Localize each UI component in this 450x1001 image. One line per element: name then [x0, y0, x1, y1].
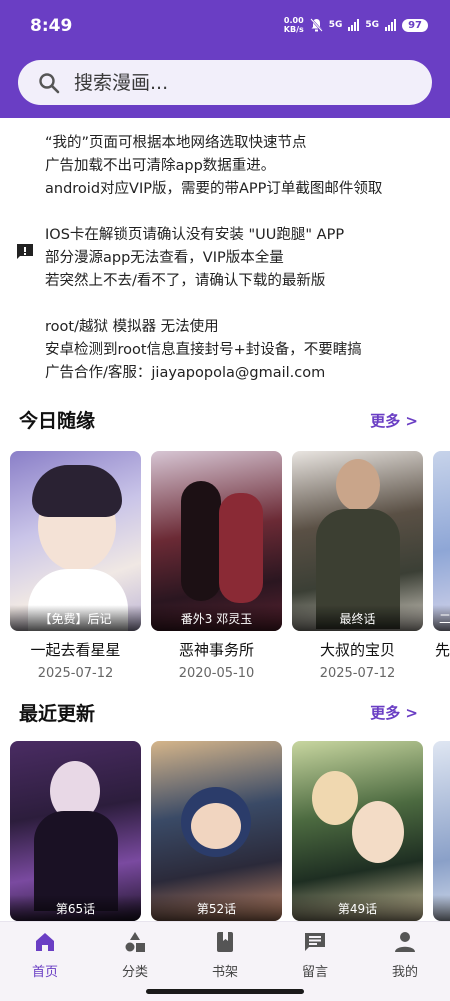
status-bar: 8:49 0.00 KB/s 5G 5G 97	[0, 0, 450, 52]
notice-line: root/越狱 模拟器 无法使用	[45, 319, 219, 335]
network-speed: 0.00 KB/s	[283, 16, 304, 34]
nav-profile[interactable]: 我的	[370, 930, 440, 980]
category-icon	[125, 932, 145, 952]
notice-line: “我的”页面可根据本地网络选取快速节点	[45, 135, 307, 151]
app-screen: 8:49 0.00 KB/s 5G 5G 97 搜索漫画... “我的”页面可根…	[0, 0, 450, 1001]
comic-badge: 番外3 邓灵玉	[151, 605, 282, 631]
today-comic-row: 【免费】后记 一起去看星星 2025-07-12 番外3 邓灵玉 恶神事务所 2…	[10, 451, 450, 681]
recent-comic-row: 第65话 第52话 第49话	[10, 741, 450, 921]
comic-badge: 第52话	[151, 895, 282, 921]
notice-line: 广告合作/客服：jiayapopola@gmail.com	[45, 365, 326, 381]
comic-cover[interactable]: 二	[433, 451, 450, 631]
comic-title: 大叔的宝贝	[319, 641, 395, 659]
comic-card[interactable]: 二 先	[433, 451, 450, 681]
comic-cover[interactable]: 最终话	[292, 451, 423, 631]
comic-card[interactable]: 第49话	[292, 741, 423, 921]
net-label-1: 5G	[328, 20, 343, 30]
notice-line: IOS卡在解锁页请确认没有安装 "UU跑腿" APP	[45, 227, 345, 243]
comic-badge: 最终话	[292, 605, 423, 631]
notice-line: 部分漫源app无法查看，VIP版本全量	[45, 250, 284, 266]
comic-badge: 二	[433, 605, 450, 631]
comic-date: 2020-05-10	[178, 666, 255, 681]
notice-line: android对应VIP版，需要的带APP订单截图邮件领取	[45, 181, 383, 197]
section-title-recent: 最近更新	[19, 703, 96, 725]
comic-title: 一起去看星星	[30, 641, 121, 659]
comic-cover[interactable]: 第49话	[292, 741, 423, 921]
recent-more-link[interactable]: 更多 >	[370, 702, 418, 723]
signal-icon-2	[385, 19, 397, 31]
comic-card[interactable]: 第65话	[10, 741, 141, 921]
feedback-alert-icon	[17, 244, 33, 259]
nav-home[interactable]: 首页	[10, 930, 80, 980]
today-more-link[interactable]: 更多 >	[370, 410, 418, 431]
nav-bookshelf[interactable]: 书架	[190, 930, 260, 980]
notice-line: 安卓检测到root信息直接封号+封设备，不要瞎搞	[45, 342, 362, 358]
nav-message[interactable]: 留言	[280, 930, 350, 980]
comic-cover[interactable]: 番外3 邓灵玉	[151, 451, 282, 631]
app-header: 8:49 0.00 KB/s 5G 5G 97	[0, 0, 450, 118]
comic-cover[interactable]: 【免费】后记	[10, 451, 141, 631]
mute-bell-icon	[309, 18, 323, 32]
comic-badge: 【免费】后记	[10, 605, 141, 631]
nav-label: 书架	[211, 965, 238, 980]
status-icons: 0.00 KB/s 5G 5G 97	[284, 16, 428, 34]
comic-title: 恶神事务所	[178, 641, 254, 659]
status-time: 8:49	[30, 16, 73, 36]
notice-line: 若突然上不去/看不了，请确认下载的最新版	[45, 273, 326, 289]
notice-text: “我的”页面可根据本地网络选取快速节点 广告加载不出可清除app数据重进。 an…	[45, 132, 445, 385]
message-icon	[305, 933, 325, 951]
search-icon	[39, 72, 60, 93]
comic-title: 先	[435, 641, 450, 659]
comic-cover[interactable]: 第52话	[151, 741, 282, 921]
net-label-2: 5G	[365, 20, 380, 30]
comic-card[interactable]: 最终话 大叔的宝贝 2025-07-12	[292, 451, 423, 681]
home-indicator[interactable]	[146, 989, 304, 994]
signal-icon	[348, 19, 360, 31]
section-title-today: 今日随缘	[19, 410, 96, 432]
comic-badge: 第65话	[10, 895, 141, 921]
comic-card[interactable]: 【免费】后记 一起去看星星 2025-07-12	[10, 451, 141, 681]
nav-label: 首页	[31, 965, 58, 980]
comic-cover[interactable]: 第65话	[10, 741, 141, 921]
notice-line: 广告加载不出可清除app数据重进。	[45, 158, 276, 174]
nav-label: 留言	[301, 965, 328, 980]
profile-icon	[395, 932, 415, 952]
search-bar[interactable]	[18, 60, 432, 105]
comic-card[interactable]: 番外3 邓灵玉 恶神事务所 2020-05-10	[151, 451, 282, 681]
notice-line	[45, 293, 445, 316]
bookshelf-icon	[217, 932, 233, 952]
comic-card[interactable]	[433, 741, 450, 921]
nav-category[interactable]: 分类	[100, 930, 170, 980]
comic-badge: 第49话	[292, 895, 423, 921]
nav-label: 我的	[391, 965, 418, 980]
comic-badge	[433, 895, 450, 921]
comic-cover[interactable]	[433, 741, 450, 921]
comic-date: 2025-07-12	[319, 666, 396, 681]
search-input[interactable]	[74, 71, 394, 94]
nav-label: 分类	[121, 965, 148, 980]
battery-indicator: 97	[402, 18, 428, 32]
comic-card[interactable]: 第52话	[151, 741, 282, 921]
home-icon	[36, 933, 54, 951]
comic-date: 2025-07-12	[37, 666, 114, 681]
notice-line	[45, 201, 445, 224]
notice-panel: “我的”页面可根据本地网络选取快速节点 广告加载不出可清除app数据重进。 an…	[0, 126, 450, 381]
